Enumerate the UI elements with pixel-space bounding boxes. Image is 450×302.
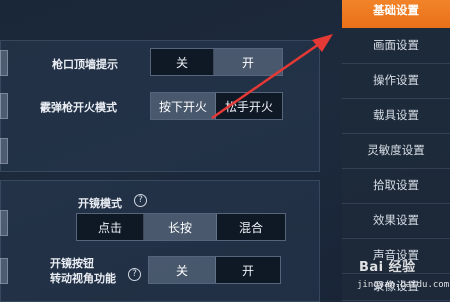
annotation-arrow-head <box>312 34 333 52</box>
annotation-arrow-line <box>211 40 323 120</box>
watermark-brand: Bai 经验 <box>359 260 416 275</box>
watermark-url: jingyan.baidu.com <box>357 280 450 290</box>
baidu-watermark: Bai 经验 jingyan.baidu.com <box>345 252 450 300</box>
